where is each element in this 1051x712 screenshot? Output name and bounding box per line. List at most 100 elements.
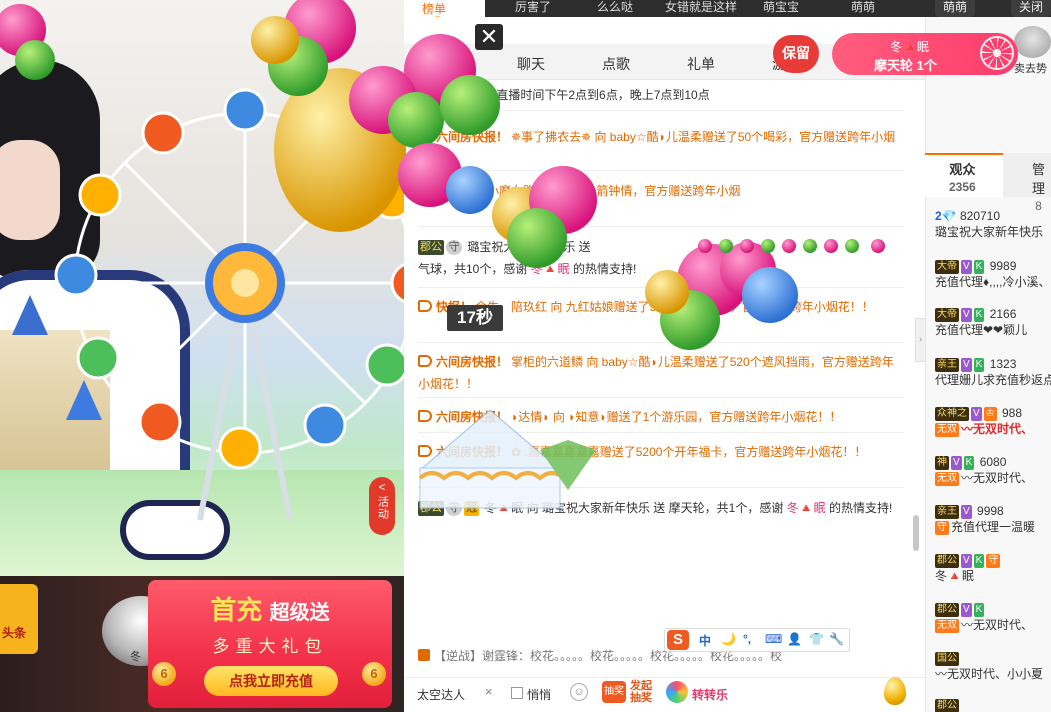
promo-title: 首充 超级送	[148, 590, 392, 627]
wrench-icon[interactable]: 🔧	[829, 632, 844, 646]
ticker-item: 么么哒	[597, 0, 634, 14]
chat-message: 六间房快报！ ✿ .嘉嘉嘉嘉嘉嘉赠送了5200个开年福卡，官方赠送跨年小烟花！！	[418, 441, 902, 463]
user-name: 〰无双时代、	[961, 422, 1034, 436]
noble-badge: 郡公	[935, 603, 959, 617]
user-icon[interactable]: 👤	[787, 632, 802, 646]
ticker-item: 女错就是这样	[665, 0, 738, 14]
close-button[interactable]: ✕	[475, 24, 503, 50]
noble-badge: 国公	[935, 652, 959, 666]
noble-badge[interactable]: 郡公	[418, 240, 444, 255]
audience-item[interactable]: 亲王 V 9998 守充值代理一温暖	[935, 503, 1051, 535]
audience-item[interactable]: 亲王 V K 1323 代理姗儿求充值秒返点	[935, 356, 1051, 388]
message-text: ✿ .嘉嘉嘉嘉嘉嘉赠送了5200个开年福卡，官方赠送跨年小烟花！！	[511, 445, 867, 459]
ferris-wheel-icon	[980, 36, 1014, 70]
emoji-icon[interactable]: ☺	[570, 683, 588, 701]
lottery-label-2: 抽奖	[630, 692, 652, 704]
message-lead: 六间房快报！	[436, 355, 509, 369]
user-name: 充值代理♦,,,,冷小溪、	[935, 275, 1051, 289]
golden-egg-button[interactable]	[884, 677, 910, 707]
message-lead: 六间房快报！	[436, 410, 509, 424]
v-badge: V	[961, 308, 972, 322]
audience-item[interactable]: 神VK 6080 无双 〰无双时代、	[935, 454, 1051, 486]
whisper-label: 悄悄	[527, 688, 552, 702]
noble-badge: 大帝	[935, 308, 959, 322]
moon-icon[interactable]: 🌙	[721, 632, 736, 646]
audience-item[interactable]: 郡公 V K 无双 〰无双时代、	[935, 601, 1051, 633]
divider	[418, 110, 904, 111]
audience-item[interactable]: 郡公 V K 守 冬🔺眠	[935, 552, 1051, 584]
keep-button[interactable]: 保留	[773, 35, 819, 73]
speaker-icon	[418, 410, 432, 422]
noble-badge: 亲王	[935, 358, 959, 372]
ime-chinese[interactable]: 中	[699, 632, 711, 649]
user-name: 〰无双时代、	[961, 471, 1034, 485]
chat-message: 六间房快报！ ✵事了拂衣去✵ 向 baby☆酷◗儿温柔赠送了50个喝彩，官方赠送跨…	[418, 126, 902, 148]
message-text: 冬🔺眠 向 璐宝祝大家新年快乐 送	[484, 501, 666, 515]
k-badge: K	[973, 554, 985, 568]
chat-target-user[interactable]: 太空达人	[417, 686, 465, 703]
gift-desc: 摩天轮 1个	[874, 58, 937, 73]
ime-toolbar[interactable]: S 中 🌙 °, ⌨ 👤 👕 🔧	[664, 628, 850, 652]
audience-item[interactable]: 大帝 V K 9989 充值代理♦,,,,冷小溪、	[935, 258, 1051, 290]
punctuation-icon[interactable]: °,	[743, 632, 751, 646]
first-recharge-promo[interactable]: 首充 超级送 多重大礼包 点我立即充值 6 6	[148, 580, 392, 708]
guard-badge: 守	[935, 521, 949, 535]
noble-badge: 大帝	[935, 260, 959, 274]
chat-scrollbar[interactable]	[913, 515, 919, 551]
egg-icon	[884, 677, 906, 705]
clear-target-icon[interactable]: ×	[485, 684, 493, 699]
user-name: 璐宝祝大家新年快乐	[935, 225, 1044, 239]
divider	[418, 487, 904, 488]
v-badge: V	[961, 260, 972, 274]
keyboard-icon[interactable]: ⌨	[765, 632, 782, 646]
divider	[418, 432, 904, 433]
audience-item[interactable]: 2💎 820710 璐宝祝大家新年快乐	[935, 208, 1051, 240]
lottery-label[interactable]: 发起 抽奖	[630, 680, 652, 704]
audience-item[interactable]: 众神之 V ♔ 988 无双 〰无双时代、	[935, 405, 1051, 437]
toutiao-badge[interactable]: 头条	[0, 584, 38, 654]
top-pill[interactable]: 关闭	[1011, 0, 1051, 17]
lottery-icon[interactable]: 抽奖	[602, 681, 626, 703]
whisper-checkbox[interactable]	[511, 687, 523, 699]
activity-button[interactable]: < 活动	[369, 477, 395, 535]
user-name: 充值代理❤❤颖儿	[935, 323, 1028, 337]
tab-chat[interactable]: 聊天	[517, 54, 545, 74]
audience-item[interactable]: 国公 〰无双时代、小小夏	[935, 650, 1051, 682]
gift-notification-bubble[interactable]: 冬🔺眠 摩天轮 1个	[832, 33, 1018, 75]
tab-gift-list[interactable]: 礼单	[687, 54, 715, 74]
message-username[interactable]: 冬🔺眠	[787, 501, 826, 515]
divider	[418, 287, 904, 288]
tab-count: 2356	[949, 180, 976, 194]
audience-tabs: 观众 2356 管理 8	[925, 153, 1051, 213]
user-name: 充值代理一温暖	[951, 520, 1036, 534]
streamer-sleeve	[120, 500, 230, 560]
noble-badge[interactable]: 郡公	[418, 501, 444, 516]
live-video[interactable]	[0, 0, 404, 576]
message-username[interactable]: 冬🔺眠	[531, 262, 570, 276]
message-tail: 气球，共10个，感谢	[418, 262, 528, 276]
k-badge: K	[973, 308, 985, 322]
recharge-now-button[interactable]: 点我立即充值	[204, 666, 338, 696]
noble-badge: 众神之	[935, 407, 969, 421]
tab-songs[interactable]: 点歌	[602, 54, 630, 74]
divider	[418, 397, 904, 398]
tab-managers[interactable]: 管理 8	[1026, 159, 1051, 213]
collapse-audience-button[interactable]: ›	[915, 318, 925, 362]
chevron-left-icon: <	[378, 480, 386, 494]
audience-item[interactable]: 大帝 V K 2166 充值代理❤❤颖儿	[935, 306, 1051, 338]
avatar[interactable]	[1014, 26, 1051, 58]
chat-message: 快报！ 熙小魔女赠送了10个一箭钟情，官方赠送跨年小烟	[418, 180, 902, 202]
shirt-icon[interactable]: 👕	[809, 632, 824, 646]
spin-wheel-icon[interactable]	[666, 681, 688, 703]
wushuang-badge: 无双	[935, 472, 959, 486]
k-badge: K	[973, 603, 985, 617]
message-lead[interactable]: 代理充值	[418, 88, 466, 102]
v-badge: V	[951, 456, 962, 470]
heart-icon: 保留	[773, 35, 819, 73]
top-pill[interactable]: 萌萌	[935, 0, 976, 17]
audience-item[interactable]: 郡公	[935, 697, 1051, 712]
noble-badge: 神	[935, 456, 949, 470]
tab-audience[interactable]: 观众 2356	[949, 159, 976, 194]
spin-wheel-label[interactable]: 转转乐	[692, 686, 728, 703]
chat-message: 六间房快报！ ◗达情◗ 向 ◗知意◗赠送了1个游乐园，官方赠送跨年小烟花！！	[418, 406, 902, 428]
